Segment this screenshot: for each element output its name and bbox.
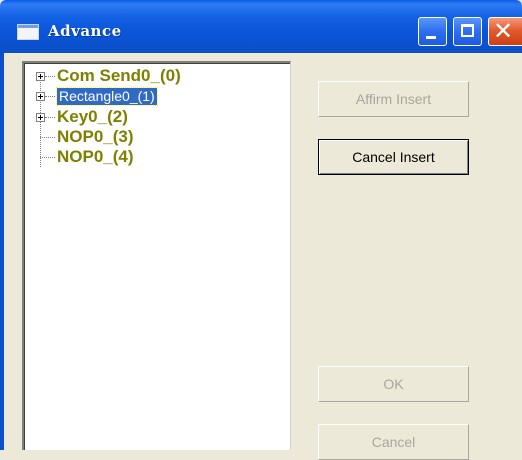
- expand-plus-icon[interactable]: [36, 72, 45, 81]
- tree-branch-line: [40, 157, 55, 158]
- cancel-button[interactable]: Cancel: [318, 424, 469, 460]
- expand-plus-icon[interactable]: [36, 113, 45, 122]
- tree-item-label-selected: Rectangle0_(1): [56, 87, 158, 106]
- minimize-button[interactable]: [418, 17, 447, 46]
- tree-item-label: NOP0_(3): [57, 127, 134, 146]
- tree-branch-line: [40, 137, 55, 138]
- cancel-insert-button[interactable]: Cancel Insert: [318, 139, 469, 175]
- close-button[interactable]: ✕: [488, 17, 522, 46]
- minimize-icon: [426, 36, 436, 39]
- window-title: Advance: [48, 22, 122, 40]
- tree-view[interactable]: Com Send0_(0) Rectangle0_(1) Key0_(2) NO…: [22, 61, 291, 450]
- tree-item-label: Key0_(2): [57, 107, 128, 126]
- expand-plus-icon[interactable]: [36, 92, 45, 101]
- close-icon: ✕: [493, 17, 514, 45]
- ok-button[interactable]: OK: [318, 366, 469, 402]
- window-frame-left: [0, 53, 4, 450]
- tree-branch-line: [45, 96, 55, 97]
- maximize-button[interactable]: [453, 17, 482, 46]
- tree-branch-line: [45, 117, 55, 118]
- maximize-icon: [461, 24, 474, 37]
- tree-branch-line: [45, 76, 55, 77]
- title-bar[interactable]: Advance ✕: [0, 0, 522, 53]
- tree-item-label: NOP0_(4): [57, 147, 134, 166]
- affirm-insert-button[interactable]: Affirm Insert: [318, 81, 469, 117]
- window-icon: [17, 24, 39, 40]
- tree-item-label: Com Send0_(0): [57, 66, 181, 85]
